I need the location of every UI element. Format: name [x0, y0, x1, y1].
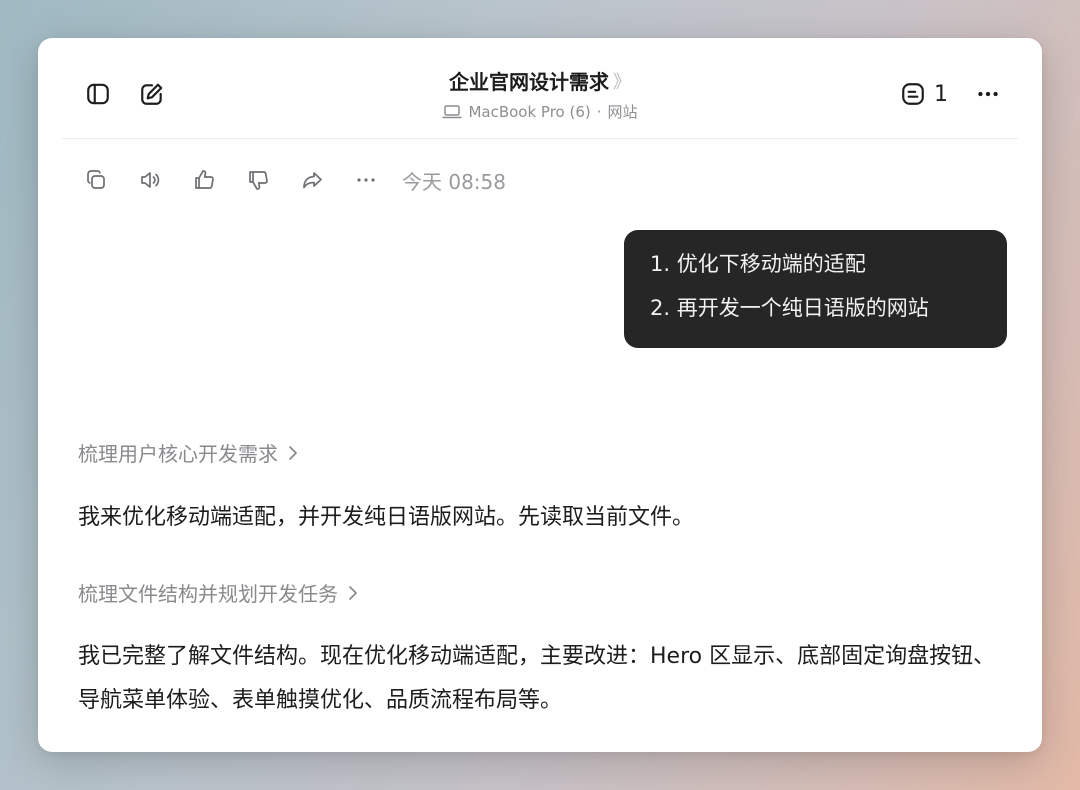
notes-count: 1 — [934, 81, 948, 107]
message-more-button[interactable] — [348, 162, 384, 198]
device-name: MacBook Pro (6) — [468, 102, 591, 121]
read-aloud-button[interactable] — [132, 162, 168, 198]
laptop-icon — [442, 104, 463, 118]
thumbs-down-icon — [249, 171, 268, 190]
thinking-step-1[interactable]: 梳理用户核心开发需求 — [78, 438, 300, 467]
thinking-step-label: 梳理文件结构并规划开发任务 — [78, 582, 338, 606]
more-horizontal-icon — [978, 91, 998, 97]
title-chevron: 》 — [613, 71, 631, 93]
speaker-icon — [141, 172, 160, 188]
copy-button[interactable] — [78, 162, 114, 198]
title-area: 企业官网设计需求 》 MacBook Pro (6) · 网站 — [38, 66, 1042, 122]
share-icon — [303, 172, 322, 189]
share-button[interactable] — [294, 162, 330, 198]
like-button[interactable] — [186, 162, 222, 198]
more-options-button[interactable] — [970, 76, 1006, 112]
subtitle-separator: · — [596, 102, 602, 121]
thinking-step-label: 梳理用户核心开发需求 — [78, 442, 278, 466]
user-message-line: 1. 优化下移动端的适配 — [650, 252, 866, 276]
more-horizontal-icon — [357, 178, 375, 182]
assistant-paragraph: 我已完整了解文件结构。现在优化移动端适配，主要改进：Hero 区显示、底部固定询… — [78, 644, 996, 713]
chevron-right-icon — [289, 445, 297, 460]
dislike-button[interactable] — [240, 162, 276, 198]
user-message-bubble: 1. 优化下移动端的适配 2. 再开发一个纯日语版的网站 — [624, 230, 1007, 348]
message-actions: 今天 08:58 — [78, 162, 506, 198]
page-title: 企业官网设计需求 — [449, 70, 609, 94]
subtitle: MacBook Pro (6) · 网站 — [38, 101, 1042, 122]
thinking-step-2[interactable]: 梳理文件结构并规划开发任务 — [78, 578, 360, 607]
conversation-title[interactable]: 企业官网设计需求 》 — [449, 66, 631, 95]
header-divider — [62, 138, 1018, 139]
workspace-name: 网站 — [607, 103, 638, 121]
notes-icon — [902, 83, 924, 105]
assistant-paragraph: 我来优化移动端适配，并开发纯日语版网站。先读取当前文件。 — [78, 505, 695, 530]
copy-icon — [87, 170, 105, 189]
notes-counter-button[interactable]: 1 — [900, 78, 948, 110]
user-message-line: 2. 再开发一个纯日语版的网站 — [650, 296, 929, 320]
header: 企业官网设计需求 》 MacBook Pro (6) · 网站 1 — [38, 38, 1042, 138]
message-timestamp: 今天 08:58 — [402, 169, 506, 194]
thumbs-up-icon — [195, 170, 214, 189]
chat-window: 企业官网设计需求 》 MacBook Pro (6) · 网站 1 今天 08:… — [38, 38, 1042, 752]
chevron-right-icon — [349, 585, 357, 600]
